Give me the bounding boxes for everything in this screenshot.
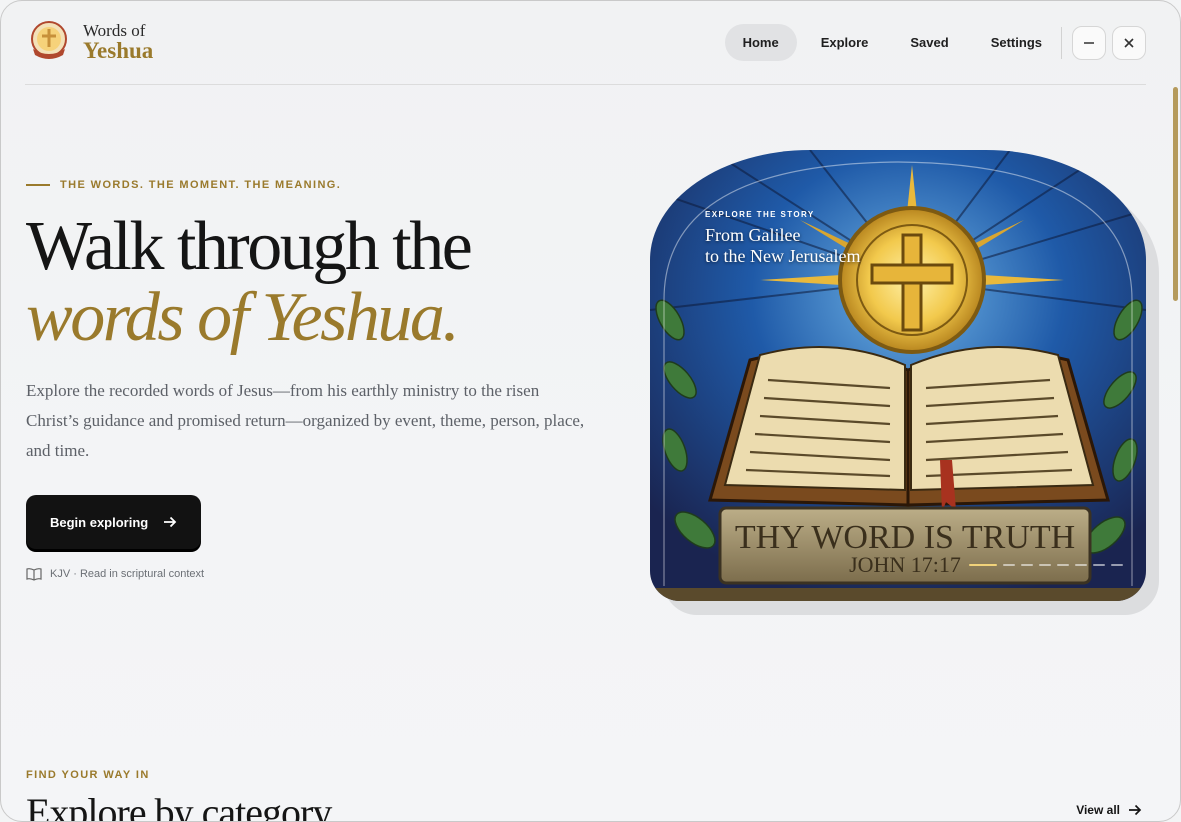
carousel-dot[interactable] [1075,564,1087,566]
hero-eyebrow-text: THE WORDS. THE MOMENT. THE MEANING. [60,179,342,191]
carousel-dot[interactable] [1021,564,1033,566]
nav-home[interactable]: Home [724,24,797,61]
translation-note: KJV · Read in scriptural context [26,567,204,581]
category-eyebrow: FIND YOUR WAY IN [26,769,150,781]
minus-icon [1084,42,1094,44]
card-title: From Galilee to the New Jerusalem [705,225,860,267]
category-title: Explore by category [26,790,332,822]
begin-exploring-label: Begin exploring [50,514,149,530]
carousel-dot[interactable] [969,564,997,566]
image-inscription: THY WORD IS TRUTH [735,519,1075,556]
hero-description: Explore the recorded words of Jesus—from… [26,381,585,460]
card-eyebrow: EXPLORE THE STORY [705,210,815,219]
nav-saved[interactable]: Saved [892,24,966,61]
nav-explore[interactable]: Explore [803,24,887,61]
book-icon [26,568,42,581]
card-title-line2: to the New Jerusalem [705,246,861,266]
minimize-button[interactable] [1072,26,1106,60]
view-all-label: View all [1076,803,1120,817]
carousel-dot[interactable] [1039,564,1051,566]
hero-eyebrow: THE WORDS. THE MOMENT. THE MEANING. [26,179,341,191]
translation-note-text: KJV · Read in scriptural context [50,568,205,580]
arrow-right-icon [164,516,177,528]
carousel-dot[interactable] [1093,564,1105,566]
app-window: Words of Yeshua Home Explore Saved Setti… [0,0,1181,822]
carousel-dot[interactable] [1057,564,1069,566]
brand-title: Yeshua [83,38,154,63]
close-button[interactable] [1112,26,1146,60]
image-reference: JOHN 17:17 [849,552,961,577]
view-all-link[interactable]: View all [1076,803,1142,817]
main-nav: Home Explore Saved Settings [724,24,1060,61]
scrollbar-thumb[interactable] [1173,87,1178,301]
begin-exploring-button[interactable]: Begin exploring [26,495,201,549]
hero-title-line2: words of Yeshua. [26,279,460,356]
carousel-indicators [969,564,1123,566]
logo-icon [31,21,67,59]
arrow-right-icon [1129,804,1142,816]
nav-settings[interactable]: Settings [973,24,1060,61]
nav-divider [1061,27,1062,59]
carousel-dot[interactable] [1111,564,1123,566]
carousel-dot[interactable] [1003,564,1015,566]
eyebrow-rule [26,184,50,186]
card-title-line1: From Galilee [705,225,801,245]
close-icon [1124,38,1134,48]
header: Words of Yeshua Home Explore Saved Setti… [25,1,1146,85]
hero-title-line1: Walk through the [26,208,473,285]
